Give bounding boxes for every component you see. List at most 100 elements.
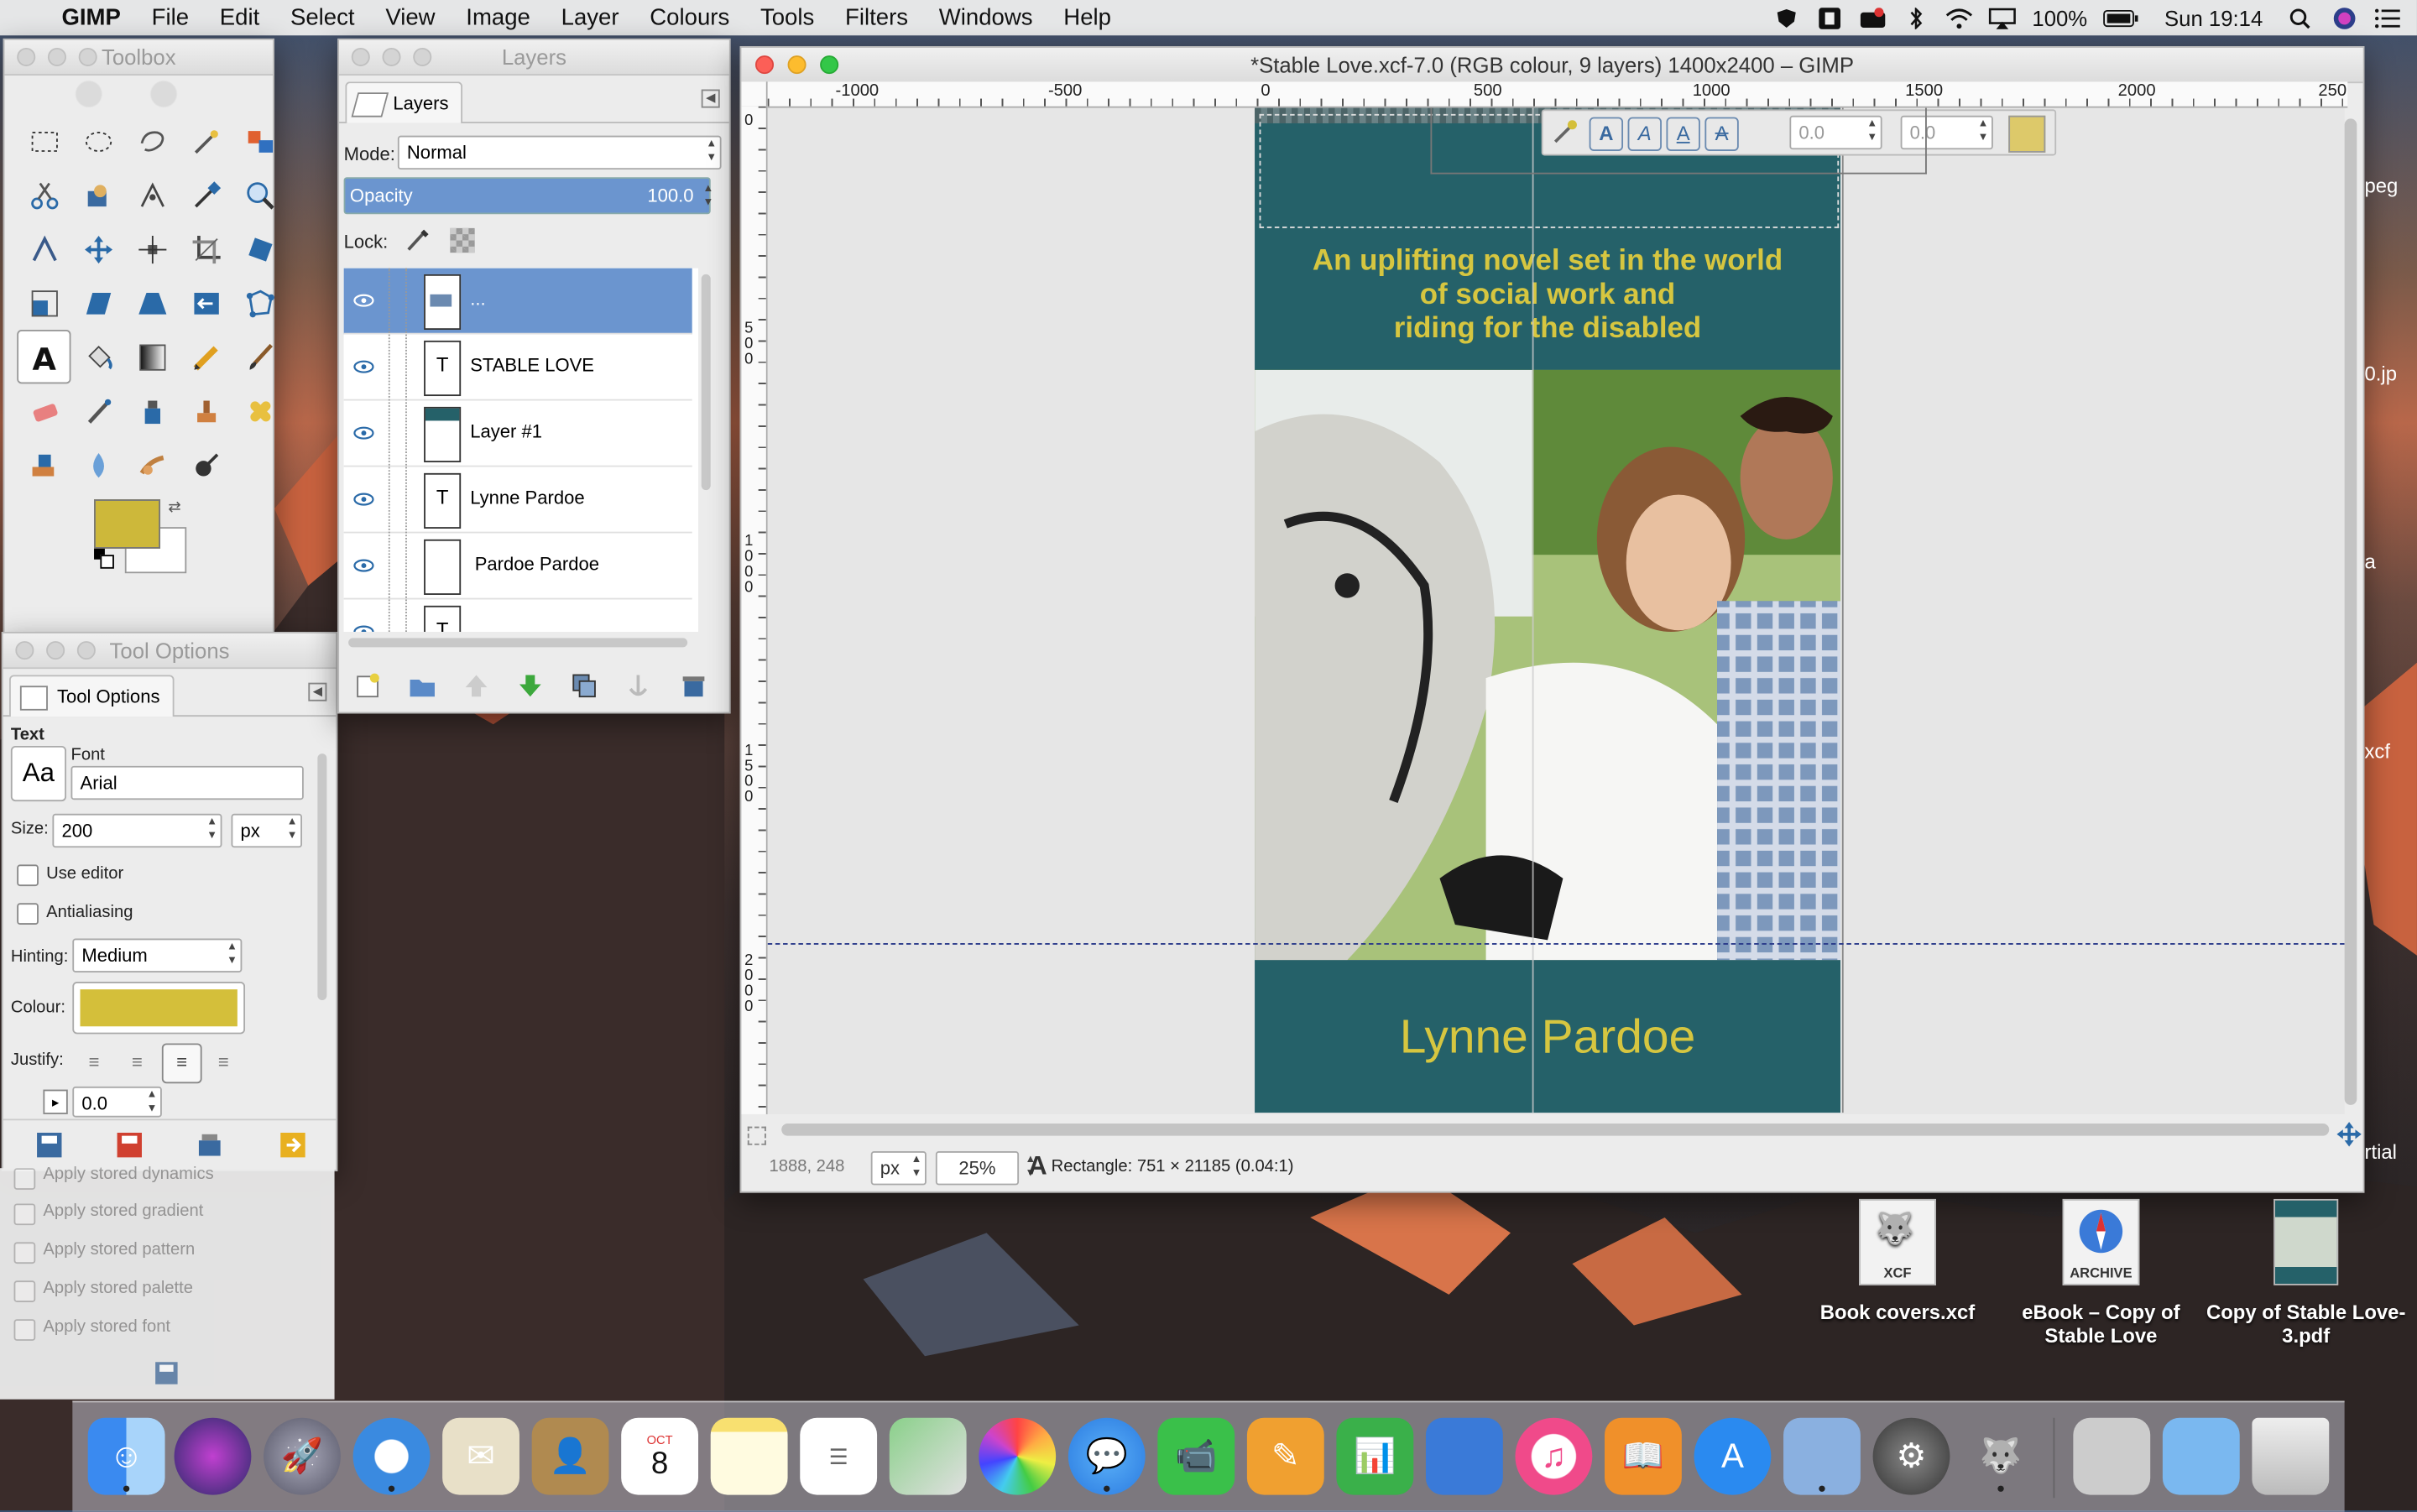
bucket-fill-tool[interactable] [70, 330, 124, 383]
zoom-tool[interactable] [232, 168, 286, 222]
dock-launchpad[interactable]: 🚀 [264, 1417, 341, 1495]
indent-field[interactable]: 0.0 ▲ ▼ [72, 1086, 162, 1118]
eye-icon[interactable] [353, 558, 375, 573]
zoom-button[interactable] [413, 47, 432, 66]
vertical-ruler[interactable]: 0 500 1000 1500 2000 [741, 106, 768, 1114]
layers-titlebar[interactable]: Layers [339, 39, 729, 76]
tool-options-scrollbar[interactable] [317, 753, 327, 1001]
desktop-file-book-covers[interactable]: 🐺 XCF Book covers.xcf [1798, 1198, 1998, 1324]
justify-center-button[interactable]: ≡ [161, 1043, 202, 1084]
pencil-tool[interactable] [179, 330, 232, 383]
restore-options-icon[interactable] [114, 1129, 145, 1160]
horizontal-ruler[interactable]: -1000 -500 0 500 1000 1500 2000 250 [767, 81, 2348, 108]
swap-colors-icon[interactable]: ⇄ [168, 499, 180, 516]
canvas-vertical-scrollbar[interactable] [2344, 118, 2357, 1105]
measure-tool[interactable] [17, 222, 70, 275]
font-preview-button[interactable]: Aa [10, 745, 66, 802]
fuzzy-select-tool[interactable] [179, 114, 232, 168]
dock-gimp[interactable]: 🐺 [1962, 1418, 2039, 1495]
dock-messages[interactable]: 💬 [1068, 1417, 1146, 1495]
delete-options-icon[interactable] [194, 1129, 225, 1160]
minimize-button[interactable] [47, 47, 66, 66]
dock-safari[interactable] [352, 1417, 431, 1495]
minimize-button[interactable] [46, 641, 65, 660]
canvas-horizontal-scrollbar[interactable] [781, 1123, 2330, 1136]
size-unit-select[interactable]: px ▲ ▼ [231, 813, 302, 848]
close-button[interactable] [351, 47, 370, 66]
zoom-button[interactable] [76, 641, 96, 660]
battery-icon[interactable] [2103, 7, 2140, 29]
wifi-icon[interactable] [1946, 7, 1974, 29]
menu-select[interactable]: Select [275, 5, 370, 31]
dock-photos[interactable] [979, 1417, 1057, 1495]
menu-layer[interactable]: Layer [546, 5, 634, 31]
new-layer-icon[interactable] [354, 672, 382, 700]
minimize-button[interactable] [787, 55, 807, 75]
kerning-spinner[interactable]: ▲ ▼ [1978, 117, 1989, 145]
move-tool[interactable] [70, 222, 124, 275]
color-picker-tool[interactable] [179, 168, 232, 222]
menu-colours[interactable]: Colours [634, 5, 745, 31]
dock-ibooks[interactable]: 📖 [1605, 1417, 1682, 1495]
shield-icon[interactable] [1773, 7, 1801, 29]
duplicate-layer-icon[interactable] [571, 672, 598, 700]
select-by-color-tool[interactable] [232, 114, 286, 168]
dock-calendar[interactable]: OCT 8 [621, 1417, 699, 1495]
anchor-layer-icon[interactable] [624, 672, 652, 700]
text-tool[interactable]: A [17, 330, 71, 384]
reset-options-icon[interactable] [278, 1129, 309, 1160]
eraser-tool[interactable] [17, 383, 70, 437]
dock-finder[interactable]: ☺ [87, 1417, 165, 1495]
menu-help[interactable]: Help [1048, 5, 1126, 31]
desktop-file-stable-love-pdf[interactable]: Copy of Stable Love-3.pdf [2206, 1198, 2406, 1347]
zoom-select[interactable]: 25% ▲ ▼ [935, 1151, 1036, 1186]
foreground-select-tool[interactable] [70, 168, 124, 222]
tab-menu-icon[interactable]: ◀ [701, 89, 720, 108]
ink-tool[interactable] [125, 383, 179, 437]
paintbrush-tool[interactable] [232, 330, 286, 383]
size-field[interactable]: 200 ▲ ▼ [52, 813, 222, 848]
cage-transform-tool[interactable] [232, 276, 286, 330]
airplay-icon[interactable] [1989, 7, 2017, 29]
layers-tab[interactable]: Layers [345, 81, 463, 123]
size-spinner[interactable]: ▲ ▼ [206, 816, 217, 843]
lock-alpha-icon[interactable] [450, 227, 475, 253]
close-button[interactable] [754, 55, 775, 75]
dock-reminders[interactable]: ☰ [800, 1417, 878, 1495]
eye-icon[interactable] [353, 293, 375, 308]
menu-tools[interactable]: Tools [745, 5, 830, 31]
dock-keynote[interactable] [1425, 1417, 1503, 1495]
app-status-icon[interactable] [1816, 7, 1844, 29]
zoom-button[interactable] [78, 47, 97, 66]
airbrush-tool[interactable] [70, 383, 124, 437]
zoom-button[interactable] [820, 55, 839, 75]
app-menu[interactable]: GIMP [46, 5, 136, 31]
unit-select[interactable]: px ▲ ▼ [870, 1151, 927, 1186]
delete-layer-icon[interactable] [680, 672, 707, 700]
menu-image[interactable]: Image [451, 5, 546, 31]
raise-layer-icon[interactable] [462, 672, 490, 700]
dock-notes[interactable] [710, 1417, 788, 1495]
new-layer-group-icon[interactable] [409, 672, 436, 700]
bluetooth-icon[interactable] [1903, 7, 1930, 29]
opacity-slider[interactable]: Opacity 100.0 [343, 177, 711, 215]
cloud-sync-icon[interactable] [1860, 7, 1887, 29]
default-colors-icon[interactable] [94, 548, 114, 569]
antialiasing-checkbox[interactable] [17, 903, 39, 925]
rect-select-tool[interactable] [17, 114, 70, 168]
siri-icon[interactable] [2331, 7, 2358, 29]
text-colour-swatch[interactable] [2008, 115, 2046, 153]
rotate-tool[interactable] [232, 222, 286, 275]
desktop-file-ebook-copy[interactable]: ARCHIVE eBook – Copy of Stable Love [2001, 1198, 2201, 1347]
stored-gradient-checkbox[interactable] [13, 1203, 36, 1226]
save-options-icon[interactable] [34, 1129, 65, 1160]
minimize-button[interactable] [382, 47, 401, 66]
font-field[interactable]: Arial [70, 765, 304, 800]
clone-tool[interactable] [179, 383, 232, 437]
book-cover[interactable]: An uplifting novel set in the world of s… [1255, 107, 1844, 1113]
eye-icon[interactable] [353, 492, 375, 507]
save-options-icon[interactable] [153, 1359, 180, 1387]
indent-spinner[interactable]: ▲ ▼ [147, 1088, 158, 1116]
ruler-corner[interactable] [741, 81, 768, 108]
heal-tool[interactable] [232, 383, 286, 437]
